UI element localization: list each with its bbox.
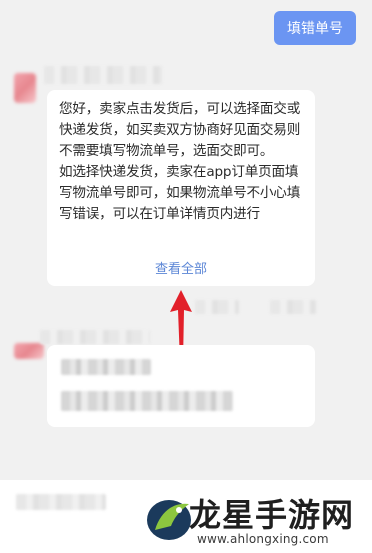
message-paragraph-2: 如选择快递发货，卖家在app订单页面填写物流单号即可，如果物流单号不小心填写错误… <box>59 164 301 222</box>
message-text: 您好，卖家点击发货后，可以选择面交或快递发货，如买卖双方协商好见面交易则不需要填… <box>59 99 309 251</box>
message-text <box>61 391 233 411</box>
sender-name <box>44 66 162 84</box>
fill-wrong-tracking-button[interactable]: 填错单号 <box>274 11 356 45</box>
watermark-title: 龙星手游网 <box>189 496 355 534</box>
message-text <box>61 359 151 375</box>
message-bubble <box>47 345 315 427</box>
watermark-url: www.ahlongxing.com <box>197 532 329 546</box>
bottom-text <box>16 494 106 510</box>
timestamp <box>195 300 239 314</box>
avatar <box>14 73 36 103</box>
message-bubble: 您好，卖家点击发货后，可以选择面交或快递发货，如买卖双方协商好见面交易则不需要填… <box>47 90 315 286</box>
avatar <box>14 343 44 359</box>
message-paragraph-1: 您好，卖家点击发货后，可以选择面交或快递发货，如买卖双方协商好见面交易则不需要填… <box>59 101 301 159</box>
status-text <box>270 300 316 314</box>
dragon-logo-icon <box>147 500 191 540</box>
sender-name <box>40 330 150 344</box>
view-all-link[interactable]: 查看全部 <box>47 258 315 277</box>
watermark: 龙星手游网 www.ahlongxing.com <box>145 488 369 550</box>
